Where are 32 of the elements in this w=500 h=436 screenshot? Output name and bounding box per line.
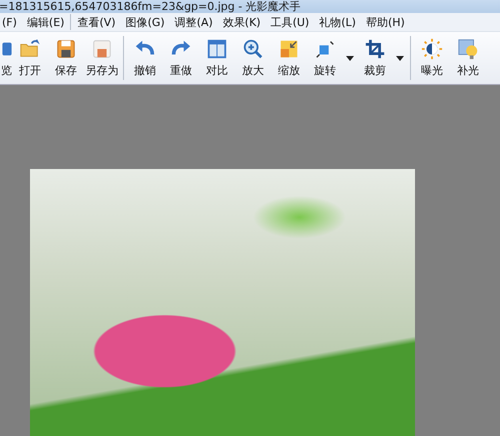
toolbar-button[interactable]: 保存 — [48, 34, 84, 82]
toolbar-button[interactable]: 曝光 — [414, 34, 450, 82]
toolbar-button[interactable]: 旋转 — [307, 34, 343, 82]
resize-icon — [278, 38, 300, 60]
toolbar-button[interactable]: 打开 — [12, 34, 48, 82]
exposure-icon — [421, 38, 443, 60]
zoom-in-icon — [242, 38, 264, 60]
toolbar-button[interactable]: 览 — [0, 34, 12, 82]
menu-item[interactable]: 礼物(L) — [319, 14, 356, 30]
toolbar-button[interactable]: 撤销 — [127, 34, 163, 82]
crop-icon — [364, 38, 386, 60]
toolbar-button[interactable]: 缩放 — [271, 34, 307, 82]
toolbar-button[interactable]: 重做 — [163, 34, 199, 82]
toolbar-button[interactable]: 另存为 — [84, 34, 120, 82]
dropdown-caret-icon[interactable] — [345, 54, 355, 62]
menu-item[interactable]: 帮助(H) — [366, 14, 405, 30]
toolbar-button[interactable]: 裁剪 — [357, 34, 393, 82]
split-view-icon — [206, 38, 228, 60]
menu-item[interactable]: 工具(U) — [270, 14, 310, 30]
menu-item[interactable]: 编辑(E) — [26, 14, 64, 30]
window-title: =181315615,654703186fm=23&gp=0.jpg - 光影魔术手 — [0, 0, 301, 13]
dropdown-caret-icon[interactable] — [395, 54, 405, 62]
menu-item[interactable]: 图像(G) — [126, 14, 165, 30]
menu-item[interactable]: 查看(V) — [77, 14, 116, 30]
toolbar-button[interactable]: 放大 — [235, 34, 271, 82]
menu-item[interactable]: (F) — [2, 16, 17, 28]
toolbar-button[interactable]: 对比 — [199, 34, 235, 82]
menu-item[interactable]: 效果(K) — [222, 14, 261, 30]
folder-icon — [19, 38, 41, 60]
light-bulb-icon — [457, 38, 479, 60]
toolbar-button[interactable]: 补光 — [450, 34, 486, 82]
menu-item[interactable]: 调整(A) — [174, 14, 213, 30]
